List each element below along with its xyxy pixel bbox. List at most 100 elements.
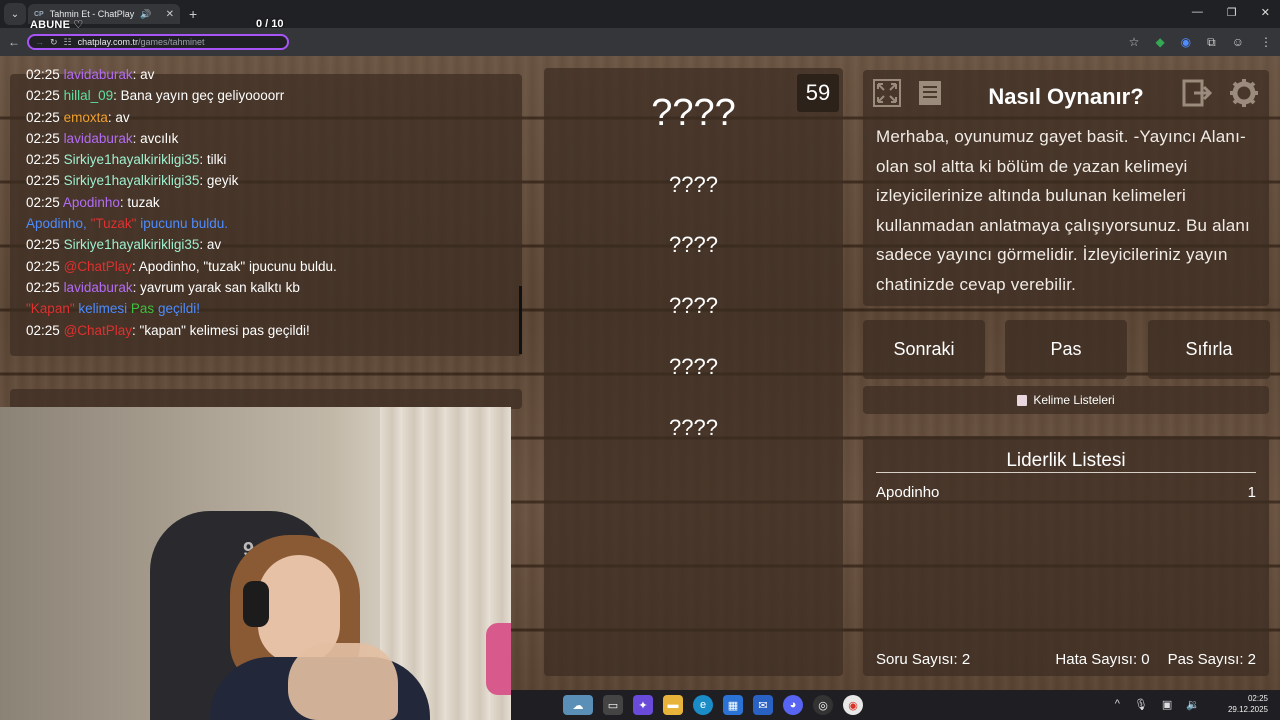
- chat-text: : tuzak: [119, 194, 160, 210]
- chat-username[interactable]: Sirkiye1hayalkirikligi35: [64, 237, 200, 252]
- chat-timestamp: 02:25: [26, 258, 60, 274]
- profile-avatar-icon[interactable]: ☺: [1232, 35, 1244, 50]
- taskbar-widgets-icon[interactable]: ☁: [563, 695, 593, 715]
- chat-log: 02:25 lavidaburak : av 02:25 hillal_09: Ba…: [26, 64, 337, 341]
- url-host: chatplay.com.tr: [77, 37, 138, 47]
- chat-timestamp: 02:25: [26, 152, 60, 168]
- notebook-icon: [1017, 394, 1028, 406]
- pass-kelimesi: kelimesi: [78, 301, 128, 317]
- taskbar-mail-icon[interactable]: ✉: [753, 695, 773, 715]
- chat-text: : geyik: [199, 173, 239, 189]
- chat-username[interactable]: lavidaburak: [64, 67, 133, 82]
- url-field[interactable]: → ↻ ☷ chatplay.com.tr/games/tahminet: [27, 34, 289, 50]
- chat-scrollbar[interactable]: [519, 286, 522, 354]
- chat-timestamp: 02:25: [26, 194, 60, 210]
- os-taskbar: ☁ ▭ ✦ ▬ e ▦ ✉ ◕ ◎ ◉ ^ 🎙 ▣ 🔉 02:25 29.12.…: [511, 690, 1280, 720]
- clock-date: 29.12.2025: [1227, 705, 1268, 714]
- tab-audio-icon[interactable]: 🔊: [140, 9, 151, 20]
- chat-text: : Bana yayın geç geliyoooorr: [113, 88, 285, 104]
- extensions-puzzle-icon[interactable]: ⧉: [1207, 35, 1216, 50]
- chat-username[interactable]: Apodinho: [63, 195, 120, 210]
- taskbar-store-icon[interactable]: ▦: [723, 695, 743, 715]
- chat-username[interactable]: hillal_09: [64, 88, 114, 103]
- word-lists-label: Kelime Listeleri: [1033, 393, 1115, 407]
- taskbar-discord-icon[interactable]: ◕: [783, 695, 803, 715]
- clue-text: ipucunu buldu.: [140, 216, 229, 232]
- system-tray: ^ 🎙 ▣ 🔉: [1115, 698, 1200, 711]
- chat-timestamp: 02:25: [26, 130, 60, 146]
- taskbar-explorer-icon[interactable]: ▬: [663, 695, 683, 715]
- forward-icon[interactable]: →: [35, 37, 44, 47]
- chat-text: : avcılık: [132, 130, 179, 146]
- chat-username[interactable]: lavidaburak: [64, 131, 133, 146]
- taskbar-taskview-icon[interactable]: ▭: [603, 695, 623, 715]
- tray-overflow-icon[interactable]: ^: [1115, 698, 1120, 711]
- exit-icon[interactable]: [1181, 76, 1215, 110]
- tab-favicon: CP: [34, 10, 44, 18]
- site-info-icon[interactable]: ☷: [64, 37, 72, 48]
- new-tab-button[interactable]: +: [189, 6, 197, 22]
- tray-network-icon[interactable]: ▣: [1162, 698, 1172, 711]
- tab-close-icon[interactable]: ✕: [166, 9, 174, 20]
- webcam-pink-lamp: [486, 623, 511, 695]
- reset-button[interactable]: Sıfırla: [1148, 320, 1270, 379]
- pass-label: Pas: [130, 301, 155, 317]
- chat-username[interactable]: Sirkiye1hayalkirikligi35: [64, 173, 200, 188]
- clue-word: "Tuzak": [90, 216, 137, 232]
- pass-button[interactable]: Pas: [1005, 320, 1127, 379]
- window-controls: — ❐ ✕: [1192, 6, 1270, 19]
- next-button[interactable]: Sonraki: [863, 320, 985, 379]
- taskbar-app-icon[interactable]: ◎: [813, 695, 833, 715]
- chat-message: 02:25 Sirkiye1hayalkirikligi35: geyik: [26, 170, 337, 191]
- settings-gear-icon[interactable]: [1227, 76, 1261, 110]
- extension-shield-icon[interactable]: ◆: [1155, 35, 1164, 50]
- forbidden-word: ????: [669, 232, 718, 257]
- chat-username[interactable]: @ChatPlay: [64, 259, 132, 274]
- leaderboard-player-name: Apodinho: [876, 484, 940, 501]
- streamer-area-panel: [10, 389, 522, 409]
- tray-volume-icon[interactable]: 🔉: [1186, 698, 1200, 711]
- chat-message: 02:25 lavidaburak: yavrum yarak san kalk…: [26, 277, 337, 298]
- word-lists-button[interactable]: Kelime Listeleri: [863, 386, 1269, 414]
- game-stats: Soru Sayısı: 2 Hata Sayısı: 0 Pas Sayısı…: [876, 651, 1256, 668]
- chat-message: 02:25 @ChatPlay: Apodinho, "tuzak" ipucu…: [26, 256, 337, 277]
- chat-timestamp: 02:25: [26, 322, 60, 338]
- chat-username[interactable]: @ChatPlay: [64, 323, 132, 338]
- reload-icon[interactable]: ↻: [50, 37, 58, 48]
- target-word: ????: [651, 92, 736, 134]
- chat-timestamp: 02:25: [26, 279, 60, 295]
- url-path: /games/tahminet: [137, 37, 205, 47]
- chat-timestamp: 02:25: [26, 237, 60, 253]
- taskbar-chrome-icon[interactable]: ◉: [843, 695, 863, 715]
- webcam-overlay: 9: [0, 407, 511, 720]
- taskbar-clock[interactable]: 02:25 29.12.2025: [1228, 693, 1268, 715]
- leaderboard-divider: [876, 472, 1256, 473]
- chat-username[interactable]: Sirkiye1hayalkirikligi35: [64, 152, 200, 167]
- chat-username[interactable]: emoxta: [64, 110, 108, 125]
- chat-text: : av: [199, 237, 222, 253]
- extension-audio-icon[interactable]: ◉: [1181, 35, 1191, 50]
- leaderboard-player-score: 1: [1247, 484, 1256, 501]
- chat-text: : av: [107, 109, 130, 125]
- back-icon[interactable]: ←: [4, 35, 24, 49]
- bookmark-star-icon[interactable]: ☆: [1129, 35, 1140, 50]
- chat-text: : yavrum yarak san kalktı kb: [132, 279, 300, 295]
- tab-search-button[interactable]: ⌄: [4, 3, 26, 25]
- leaderboard-row: Apodinho 1: [876, 484, 1256, 501]
- chat-message: 02:25 lavidaburak: avcılık: [26, 128, 337, 149]
- chat-text: : Apodinho, "tuzak" ipucunu buldu.: [132, 258, 337, 274]
- minimize-icon[interactable]: —: [1192, 6, 1203, 19]
- taskbar-copilot-icon[interactable]: ✦: [633, 695, 653, 715]
- chat-timestamp: 02:25: [26, 67, 60, 82]
- tray-mic-icon[interactable]: 🎙: [1134, 698, 1148, 711]
- forbidden-word: ????: [669, 415, 718, 440]
- chat-username[interactable]: lavidaburak: [64, 280, 133, 295]
- chat-timestamp: 02:25: [26, 88, 60, 104]
- taskbar-edge-icon[interactable]: e: [693, 695, 713, 715]
- browser-menu-icon[interactable]: ⋮: [1260, 35, 1272, 50]
- close-window-icon[interactable]: ✕: [1261, 6, 1270, 19]
- restore-icon[interactable]: ❐: [1227, 6, 1237, 19]
- forbidden-word: ????: [669, 354, 718, 379]
- chat-text: : "kapan" kelimesi pas geçildi!: [132, 322, 310, 338]
- browser-tab-bar: ⌄ CP Tahmin Et - ChatPlay 🔊 ✕ + — ❐ ✕: [0, 0, 1280, 28]
